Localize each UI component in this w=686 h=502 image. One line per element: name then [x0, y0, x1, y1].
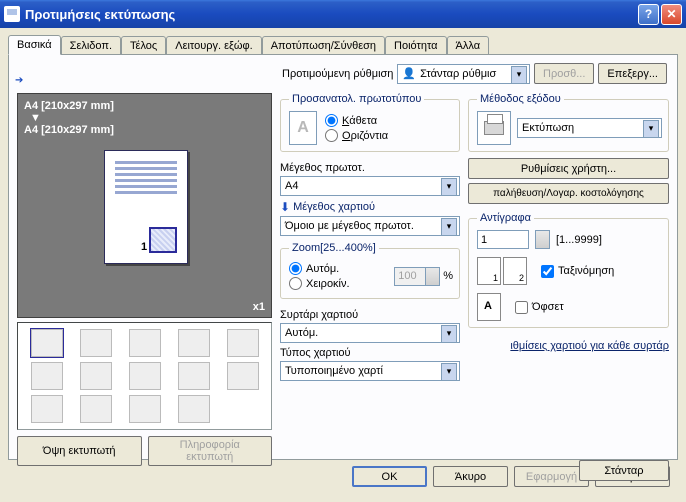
- offset-preview-icon: [477, 293, 501, 321]
- preferred-setting-label: Προτιμούμενη ρύθμιση: [282, 68, 393, 80]
- zoom-percent-label: %: [443, 270, 453, 282]
- collate-preview-icon: [477, 257, 527, 285]
- tab-panel-basics: Προτιμούμενη ρύθμιση 👤 Στάνταρ ρύθμισ Πρ…: [8, 54, 678, 460]
- func-icon-9[interactable]: [178, 362, 210, 390]
- preferred-setting-value: Στάνταρ ρύθμισ: [420, 68, 496, 80]
- paper-size-label: Μέγεθος χαρτιού: [293, 201, 375, 213]
- tab-quality[interactable]: Ποιότητα: [385, 36, 446, 56]
- func-icon-10[interactable]: [227, 362, 259, 390]
- right-column: Μέθοδος εξόδου ➔ Εκτύπωση Ρυθμίσεις χρήσ…: [468, 93, 669, 481]
- offset-checkbox[interactable]: [515, 301, 528, 314]
- standard-button[interactable]: Στάνταρ: [579, 460, 669, 481]
- func-icon-6[interactable]: [31, 362, 63, 390]
- preview-multiplier: x1: [253, 301, 265, 313]
- paper-type-label: Τύπος χαρτιού: [280, 347, 460, 359]
- preferred-edit-button[interactable]: Επεξεργ...: [598, 63, 667, 84]
- middle-column: Προσανατολ. πρωτοτύπου A Κάθετα Οριζόντι…: [280, 93, 460, 481]
- page-number: 1: [141, 241, 147, 253]
- tab-finish[interactable]: Τέλος: [121, 36, 166, 56]
- paper-type-dropdown[interactable]: Τυποποιημένο χαρτί: [280, 361, 460, 381]
- original-size-dropdown[interactable]: A4: [280, 176, 460, 196]
- paper-size-dropdown[interactable]: Όμοιο με μέγεθος πρωτοτ.: [280, 216, 460, 236]
- preferred-setting-row: Προτιμούμενη ρύθμιση 👤 Στάνταρ ρύθμισ Πρ…: [282, 63, 667, 84]
- preview-dst-size: A4 [210x297 mm]: [24, 124, 265, 136]
- copies-input[interactable]: [477, 230, 529, 249]
- zoom-manual-radio[interactable]: [289, 277, 302, 290]
- orientation-preview-icon: A: [289, 111, 317, 145]
- paper-settings-per-tray-link[interactable]: ιθμίσεις χαρτιού για κάθε συρτάρ: [468, 340, 669, 352]
- user-settings-button[interactable]: Ρυθμίσεις χρήστη...: [468, 158, 669, 179]
- func-icon-14[interactable]: [178, 395, 210, 423]
- printer-view-button[interactable]: Όψη εκτυπωτή: [17, 436, 142, 466]
- func-icon-5[interactable]: [227, 329, 259, 357]
- output-method-icon: ➔: [477, 111, 511, 145]
- func-icon-7[interactable]: [80, 362, 112, 390]
- dialog-body: Βασικά Σελιδοπ. Τέλος Λειτουργ. εξώφ. Απ…: [0, 28, 686, 497]
- func-icon-8[interactable]: [129, 362, 161, 390]
- down-arrow-icon: ⬇: [280, 200, 290, 214]
- preview-down-arrow-icon: ▼: [30, 112, 265, 124]
- output-method-legend: Μέθοδος εξόδου: [477, 93, 564, 105]
- orientation-landscape-label[interactable]: Οριζόντια: [342, 130, 388, 142]
- func-icon-2[interactable]: [80, 329, 112, 357]
- tray-dropdown[interactable]: Αυτόμ.: [280, 323, 460, 343]
- copies-range-label: [1...9999]: [556, 234, 602, 246]
- func-icon-12[interactable]: [80, 395, 112, 423]
- offset-label[interactable]: Όφσετ: [532, 301, 564, 313]
- orientation-portrait-radio[interactable]: [325, 114, 338, 127]
- output-method-dropdown[interactable]: Εκτύπωση: [517, 118, 662, 138]
- copies-group: Αντίγραφα [1...9999] Ταξινόμηση: [468, 212, 669, 328]
- left-column: A4 [210x297 mm] ▼ A4 [210x297 mm] 1 x1: [17, 93, 272, 481]
- tab-stamp[interactable]: Αποτύπωση/Σύνθεση: [262, 36, 385, 56]
- preferred-add-button: Προσθ...: [534, 63, 594, 84]
- orientation-legend: Προσανατολ. πρωτοτύπου: [289, 93, 424, 105]
- paper-size-label-row: ⬇ Μέγεθος χαρτιού: [280, 200, 460, 214]
- window-title: Προτιμήσεις εκτύπωσης: [25, 7, 636, 22]
- func-icon-11[interactable]: [31, 395, 63, 423]
- orientation-landscape-radio[interactable]: [325, 129, 338, 142]
- tab-cover[interactable]: Λειτουργ. εξώφ.: [166, 36, 262, 56]
- page-preview: A4 [210x297 mm] ▼ A4 [210x297 mm] 1 x1: [17, 93, 272, 318]
- tabstrip: Βασικά Σελιδοπ. Τέλος Λειτουργ. εξώφ. Απ…: [8, 34, 678, 54]
- tab-pagination[interactable]: Σελιδοπ.: [61, 36, 121, 56]
- orientation-group: Προσανατολ. πρωτοτύπου A Κάθετα Οριζόντι…: [280, 93, 460, 152]
- orientation-portrait-label[interactable]: Κάθετα: [342, 115, 377, 127]
- zoom-auto-radio[interactable]: [289, 262, 302, 275]
- authentication-button[interactable]: παλήθευση/Λογαρ. κοστολόγησης: [468, 183, 669, 204]
- collate-label[interactable]: Ταξινόμηση: [558, 265, 614, 277]
- titlebar: Προτιμήσεις εκτύπωσης ? ✕: [0, 0, 686, 28]
- function-icon-grid: [17, 322, 272, 430]
- func-icon-13[interactable]: [129, 395, 161, 423]
- printer-info-button: Πληροφορία εκτυπωτή: [148, 436, 273, 466]
- titlebar-help-button[interactable]: ?: [638, 4, 659, 25]
- output-method-group: Μέθοδος εξόδου ➔ Εκτύπωση: [468, 93, 669, 152]
- copies-spinner[interactable]: [535, 230, 550, 249]
- titlebar-close-button[interactable]: ✕: [661, 4, 682, 25]
- func-icon-4[interactable]: [178, 329, 210, 357]
- zoom-manual-label[interactable]: Χειροκίν.: [306, 278, 350, 290]
- tray-label: Συρτάρι χαρτιού: [280, 309, 460, 321]
- original-size-label: Μέγεθος πρωτοτ.: [280, 162, 460, 174]
- tab-basics[interactable]: Βασικά: [8, 35, 61, 55]
- collate-checkbox[interactable]: [541, 265, 554, 278]
- tab-other[interactable]: Άλλα: [447, 36, 490, 56]
- preferred-setting-dropdown[interactable]: 👤 Στάνταρ ρύθμισ: [397, 64, 530, 84]
- printer-app-icon: [4, 6, 20, 22]
- zoom-legend: Zoom[25...400%]: [289, 242, 379, 254]
- zoom-value-spinner: 100: [394, 267, 440, 286]
- page-thumbnail: 1: [104, 150, 188, 264]
- copies-legend: Αντίγραφα: [477, 212, 534, 224]
- func-icon-3[interactable]: [129, 329, 161, 357]
- preview-src-size: A4 [210x297 mm]: [24, 100, 265, 112]
- zoom-group: Zoom[25...400%] Αυτόμ. Χειροκίν. 100 %: [280, 242, 460, 299]
- func-icon-1[interactable]: [31, 329, 63, 357]
- zoom-auto-label[interactable]: Αυτόμ.: [306, 263, 339, 275]
- left-button-row: Όψη εκτυπωτή Πληροφορία εκτυπωτή: [17, 436, 272, 466]
